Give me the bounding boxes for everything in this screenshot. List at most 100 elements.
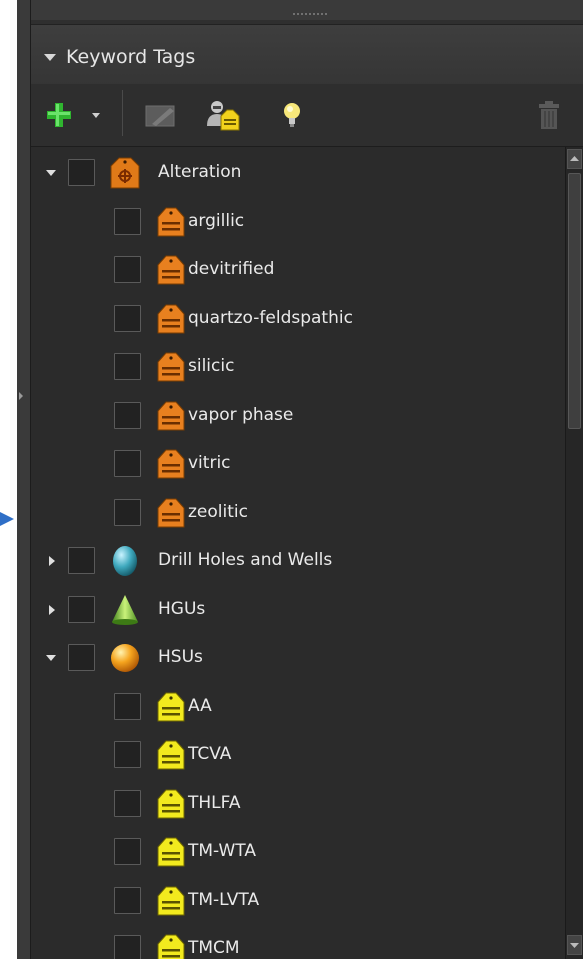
add-tag-button[interactable] — [43, 84, 75, 146]
collapsed-side-gutter[interactable] — [17, 0, 31, 959]
scroll-up-icon — [570, 156, 579, 161]
grip-dots-icon — [293, 13, 327, 15]
tree-item-row[interactable]: zeolitic — [31, 489, 565, 537]
tree-item-label: TCVA — [188, 744, 232, 764]
orange-tag-icon — [156, 400, 186, 432]
yellow-tag-icon — [156, 788, 186, 820]
scroll-thumb[interactable] — [568, 173, 581, 429]
yellow-tag-icon — [156, 933, 186, 959]
resize-grip[interactable] — [31, 0, 583, 20]
tag-checkbox[interactable] — [114, 256, 141, 283]
tree-item-row[interactable]: TM-WTA — [31, 828, 565, 876]
tag-checkbox[interactable] — [114, 789, 141, 817]
tag-checkbox[interactable] — [114, 838, 141, 865]
orange-tag-icon — [156, 254, 186, 286]
yellow-tag-icon — [156, 885, 186, 917]
tag-checkbox[interactable] — [68, 159, 95, 186]
orange-sphere-icon — [110, 642, 140, 674]
edit-tag-button[interactable] — [141, 84, 181, 146]
cyan-capsule-icon — [110, 545, 140, 577]
tag-checkbox[interactable] — [114, 304, 141, 332]
orange-tag-icon — [156, 303, 186, 335]
tree-item-label: AA — [188, 695, 212, 716]
orange-tag-icon — [156, 497, 186, 529]
tag-checkbox[interactable] — [114, 401, 141, 429]
toolbar-separator — [122, 90, 123, 136]
tree-item-row[interactable]: TCVA — [31, 731, 565, 779]
collapse-arrow-icon[interactable] — [46, 655, 56, 661]
tree-item-label: HGUs — [158, 598, 206, 619]
yellow-tag-icon — [156, 836, 186, 868]
tag-checkbox[interactable] — [68, 644, 95, 671]
tree-item-label: TM-WTA — [188, 841, 256, 861]
tree-group-row[interactable]: Alteration — [31, 149, 565, 197]
dropdown-arrow-icon — [92, 113, 100, 118]
tree-scrollbar[interactable] — [565, 147, 583, 959]
trash-icon — [539, 101, 559, 129]
tree-item-row[interactable]: THLFA — [31, 780, 565, 828]
tag-checkbox[interactable] — [114, 741, 141, 768]
tree-item-label: silicic — [188, 356, 235, 376]
tree-item-row[interactable]: TM-LVTA — [31, 877, 565, 925]
tree-item-row[interactable]: devitrified — [31, 246, 565, 294]
add-dropdown-button[interactable] — [87, 84, 105, 146]
tree-item-label: argillic — [188, 210, 245, 231]
tag-checkbox[interactable] — [68, 547, 95, 574]
tag-checkbox[interactable] — [114, 935, 141, 959]
panel-header[interactable]: Keyword Tags — [31, 24, 583, 85]
collapse-arrow-icon[interactable] — [46, 170, 56, 176]
panel-title: Keyword Tags — [66, 46, 196, 68]
tag-checkbox[interactable] — [114, 353, 141, 380]
expand-arrow-icon[interactable] — [19, 392, 23, 400]
tree-group-row[interactable]: HGUs — [31, 586, 565, 634]
tree-group-row[interactable]: Drill Holes and Wells — [31, 537, 565, 585]
tree-item-label: vitric — [188, 453, 231, 473]
tree-item-label: devitrified — [188, 259, 275, 279]
tree-item-row[interactable]: vapor phase — [31, 392, 565, 440]
scroll-down-button[interactable] — [567, 935, 582, 955]
lightbulb-icon — [284, 103, 300, 127]
tree-item-label: quartzo-feldspathic — [188, 307, 353, 328]
tag-checkbox[interactable] — [114, 450, 141, 477]
tree-item-row[interactable]: quartzo-feldspathic — [31, 295, 565, 343]
tree-group-row[interactable]: HSUs — [31, 634, 565, 682]
yellow-tag-icon — [156, 691, 186, 723]
keyword-tree[interactable]: Alteration argillic devitrified quartzo-fel… — [31, 147, 565, 959]
orange-tag-icon — [156, 206, 186, 238]
tree-item-row[interactable]: vitric — [31, 440, 565, 488]
tree-item-row[interactable]: AA — [31, 683, 565, 731]
tree-item-label: TM-LVTA — [188, 889, 260, 910]
scroll-up-button[interactable] — [567, 149, 582, 169]
tag-checkbox[interactable] — [114, 692, 141, 720]
edit-icon — [145, 105, 175, 127]
tree-item-label: TMCM — [188, 938, 240, 958]
add-icon — [47, 103, 71, 127]
user-tag-icon — [207, 101, 240, 131]
green-cone-icon — [110, 594, 140, 626]
orange-tag-icon — [156, 351, 186, 383]
tree-item-label: Drill Holes and Wells — [158, 550, 333, 570]
tree-item-label: vapor phase — [188, 404, 294, 425]
collapse-triangle-icon[interactable] — [44, 54, 56, 61]
orange-category-tag-icon — [110, 157, 140, 189]
tag-checkbox[interactable] — [114, 207, 141, 235]
tree-item-row[interactable]: silicic — [31, 343, 565, 391]
tree-item-row[interactable]: TMCM — [31, 925, 565, 959]
scroll-down-icon — [570, 943, 579, 948]
expand-arrow-icon[interactable] — [49, 604, 55, 615]
tree-item-label: zeolitic — [188, 501, 248, 522]
tree-item-label: Alteration — [158, 162, 242, 182]
tree-item-row[interactable]: argillic — [31, 198, 565, 246]
tag-checkbox[interactable] — [68, 595, 95, 623]
pointer-arrow-icon — [0, 512, 14, 526]
tree-item-label: THLFA — [188, 792, 241, 813]
toolbar — [31, 84, 583, 147]
delete-button[interactable] — [533, 84, 565, 146]
tree-item-label: HSUs — [158, 647, 203, 667]
tag-checkbox[interactable] — [114, 498, 141, 526]
orange-tag-icon — [156, 448, 186, 480]
suggest-button[interactable] — [277, 84, 307, 146]
tag-checkbox[interactable] — [114, 886, 141, 914]
user-tag-button[interactable] — [203, 84, 243, 146]
expand-arrow-icon[interactable] — [49, 556, 55, 566]
